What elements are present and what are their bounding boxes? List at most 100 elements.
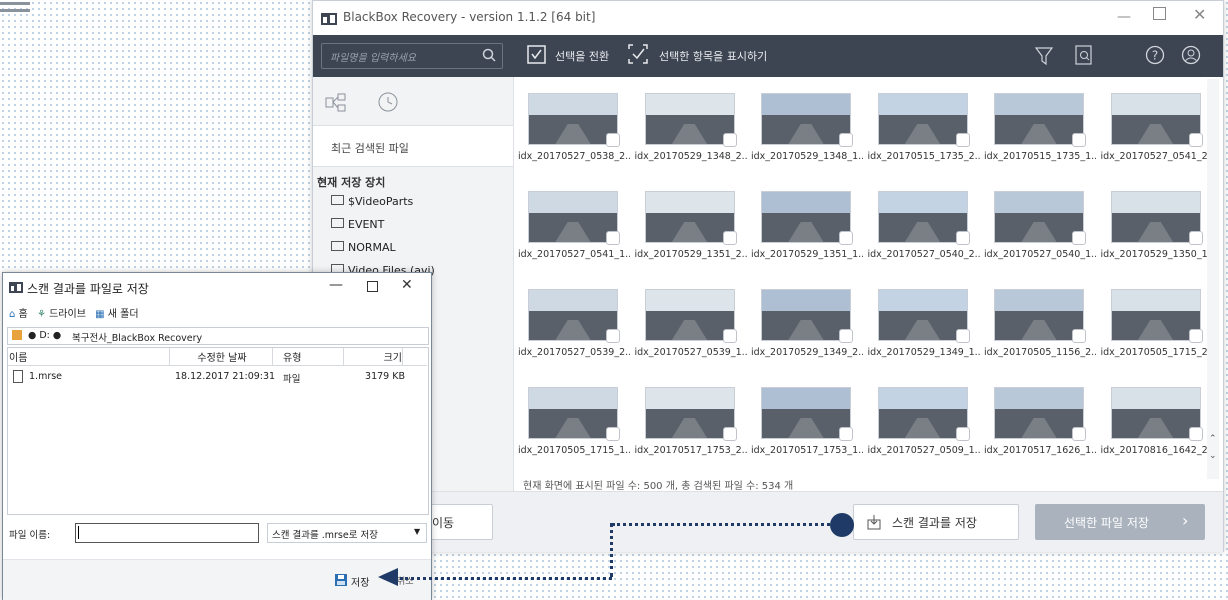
folder-item[interactable]: EVENT <box>331 218 384 231</box>
thumbnail-checkbox[interactable] <box>955 427 970 441</box>
thumbnail-checkbox[interactable] <box>606 329 620 343</box>
thumbnail-checkbox[interactable] <box>1188 329 1203 343</box>
save-selected-button[interactable]: 선택한 파일 저장 › <box>1035 504 1205 540</box>
thumbnail-label: idx_20170527_0539_2... <box>518 347 630 358</box>
filename-input[interactable] <box>75 523 259 543</box>
video-thumbnail[interactable] <box>1110 93 1201 145</box>
save-selected-label: 선택한 파일 저장 <box>1064 516 1149 530</box>
thumbnail-checkbox[interactable] <box>839 427 853 441</box>
cancel-button[interactable]: 취소 <box>397 574 414 587</box>
video-thumbnail[interactable] <box>1110 191 1201 243</box>
video-thumbnail[interactable] <box>528 387 618 439</box>
maximize-button[interactable] <box>1153 7 1166 20</box>
filter-icon[interactable] <box>1035 47 1053 65</box>
scroll-up-icon[interactable]: ⌃ <box>1209 434 1217 444</box>
save-scan-button[interactable]: 스캔 결과를 저장 <box>853 504 1019 540</box>
preview-search-icon[interactable] <box>1075 45 1093 65</box>
thumbnail-checkbox[interactable] <box>839 329 853 343</box>
column-type[interactable]: 유형 <box>277 347 344 365</box>
column-name[interactable]: 이름 <box>7 347 170 365</box>
thumbnail-checkbox[interactable] <box>1072 231 1086 245</box>
video-thumbnail[interactable] <box>528 191 618 243</box>
path-bar[interactable]: ● D: ● 복구전사_BlackBox Recovery <box>7 327 429 345</box>
video-thumbnail[interactable] <box>761 289 851 341</box>
account-icon[interactable] <box>1181 45 1201 65</box>
video-thumbnail[interactable] <box>877 191 968 243</box>
video-thumbnail[interactable] <box>761 191 851 243</box>
current-device-label[interactable]: 현재 저장 장치 <box>317 174 385 190</box>
video-thumbnail[interactable] <box>1110 387 1201 439</box>
video-thumbnail[interactable] <box>528 289 618 341</box>
video-thumbnail[interactable] <box>994 387 1084 439</box>
video-thumbnail[interactable] <box>644 289 735 341</box>
thumbnail-checkbox[interactable] <box>839 133 853 147</box>
new-folder-icon[interactable]: ▦ <box>95 309 104 320</box>
thumbnail-checkbox[interactable] <box>722 231 737 245</box>
thumbnail-checkbox[interactable] <box>1188 133 1203 147</box>
help-icon[interactable]: ? <box>1145 45 1165 65</box>
thumbnail-checkbox[interactable] <box>955 231 970 245</box>
thumbnail-checkbox[interactable] <box>1188 231 1203 245</box>
toggle-select-icon[interactable] <box>527 45 547 65</box>
thumbnail-label: idx_20170529_1349_2... <box>751 347 863 358</box>
thumbnail-checkbox[interactable] <box>606 231 620 245</box>
video-thumbnail[interactable] <box>877 289 968 341</box>
minimize-button[interactable]: — <box>1117 9 1131 25</box>
filetype-select[interactable]: 스캔 결과를 .mrse로 저장 ▼ <box>267 523 427 543</box>
video-thumbnail[interactable] <box>644 191 735 243</box>
thumbnail-checkbox[interactable] <box>955 329 970 343</box>
text-cursor <box>78 526 79 539</box>
path-folder[interactable]: 복구전사_BlackBox Recovery <box>72 330 202 344</box>
search-icon[interactable] <box>482 48 496 62</box>
video-thumbnail[interactable] <box>761 387 851 439</box>
thumbnail-checkbox[interactable] <box>1188 427 1203 441</box>
history-icon[interactable] <box>377 91 399 113</box>
column-size[interactable]: 크기 <box>342 347 403 365</box>
table-row[interactable]: 1.mrse 18.12.2017 21:09:31 파일 3179 KB <box>7 369 427 385</box>
video-thumbnail[interactable] <box>644 387 735 439</box>
toggle-select-label[interactable]: 선택을 전환 <box>555 48 609 64</box>
video-thumbnail[interactable] <box>1110 289 1201 341</box>
path-drive[interactable]: ● D: ● <box>28 330 61 341</box>
nav-drive-label[interactable]: 드라이브 <box>49 309 86 320</box>
video-thumbnail[interactable] <box>644 93 735 145</box>
video-thumbnail[interactable] <box>877 93 968 145</box>
video-thumbnail[interactable] <box>877 387 968 439</box>
video-thumbnail[interactable] <box>994 191 1084 243</box>
save-button[interactable]: 저장 <box>351 574 369 589</box>
file-date: 18.12.2017 21:09:31 <box>175 371 276 382</box>
home-icon[interactable]: ⌂ <box>9 309 15 320</box>
dialog-close-button[interactable]: ✕ <box>401 277 413 293</box>
thumbnail-checkbox[interactable] <box>606 427 620 441</box>
column-date[interactable]: 수정한 날짜 <box>172 347 273 365</box>
show-selected-icon[interactable] <box>627 43 649 65</box>
dialog-maximize-button[interactable] <box>367 281 378 292</box>
nav-new-folder-label[interactable]: 새 폴더 <box>108 309 139 320</box>
video-thumbnail[interactable] <box>761 93 851 145</box>
nav-home-label[interactable]: 홈 <box>19 309 28 320</box>
folder-item[interactable]: $VideoParts <box>331 195 413 208</box>
thumbnail-checkbox[interactable] <box>839 231 853 245</box>
video-thumbnail[interactable] <box>994 93 1084 145</box>
thumbnail-checkbox[interactable] <box>606 133 620 147</box>
show-selected-label[interactable]: 선택한 항목을 표시하기 <box>659 48 767 64</box>
thumbnail-checkbox[interactable] <box>722 133 737 147</box>
scroll-down-icon[interactable]: ⌄ <box>1209 451 1217 461</box>
thumbnail-label: idx_20170527_0541_1... <box>518 249 630 260</box>
recent-files-item[interactable]: 최근 검색된 파일 <box>313 125 513 167</box>
thumbnail-checkbox[interactable] <box>722 427 737 441</box>
scrollbar[interactable]: ⌃ ⌄ <box>1207 79 1219 479</box>
drive-icon[interactable]: ⚘ <box>37 309 46 320</box>
video-thumbnail[interactable] <box>994 289 1084 341</box>
tree-view-icon[interactable] <box>325 93 347 113</box>
search-input[interactable]: 파일명을 입력하세요 <box>321 43 503 69</box>
thumbnail-checkbox[interactable] <box>955 133 970 147</box>
dialog-minimize-button[interactable]: — <box>329 277 343 293</box>
thumbnail-checkbox[interactable] <box>1072 427 1086 441</box>
thumbnail-checkbox[interactable] <box>1072 133 1086 147</box>
thumbnail-checkbox[interactable] <box>1072 329 1086 343</box>
close-button[interactable]: ✕ <box>1193 5 1206 24</box>
thumbnail-checkbox[interactable] <box>722 329 737 343</box>
video-thumbnail[interactable] <box>528 93 618 145</box>
folder-item[interactable]: NORMAL <box>331 241 396 254</box>
